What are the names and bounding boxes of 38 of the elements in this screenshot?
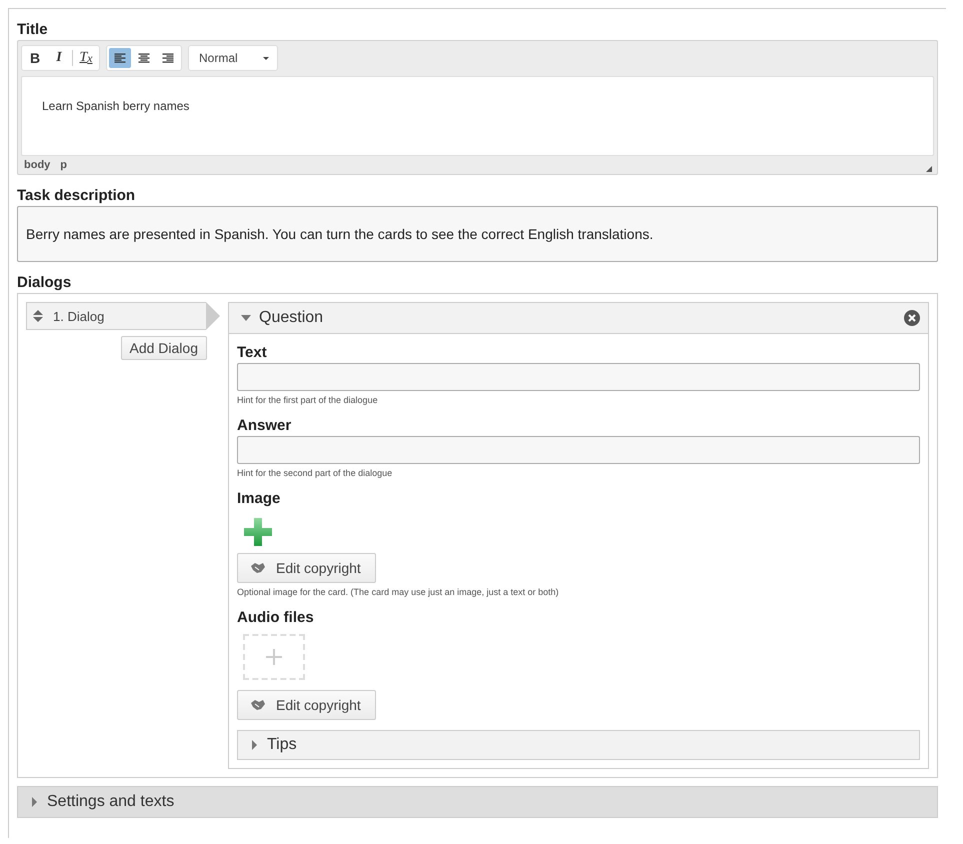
caret-icon bbox=[252, 740, 257, 750]
hint-text: Optional image for the card. (The card may use just an image, just a text or both) bbox=[237, 587, 559, 597]
element-path-item[interactable]: p bbox=[60, 159, 68, 171]
editor-text-area[interactable]: Learn Spanish berry names bbox=[21, 76, 934, 156]
edit-copyright-button[interactable]: Edit copyright bbox=[237, 690, 376, 720]
field-label: Audio files bbox=[237, 609, 314, 626]
plus-icon bbox=[265, 648, 283, 666]
italic-button[interactable]: I bbox=[48, 48, 70, 68]
field-label: Image bbox=[237, 490, 280, 507]
input-field[interactable] bbox=[237, 436, 920, 464]
element-path-item[interactable]: body bbox=[24, 159, 50, 171]
resize-handle-icon[interactable] bbox=[926, 166, 932, 172]
hint-text: Hint for the second part of the dialogue bbox=[237, 468, 392, 478]
hint-text: Hint for the first part of the dialogue bbox=[237, 395, 378, 405]
field-label: Dialogs bbox=[17, 274, 72, 291]
editor-text: Learn Spanish berry names bbox=[42, 99, 190, 113]
edit-copyright-button[interactable]: Edit copyright bbox=[237, 553, 376, 583]
reorder-icon[interactable] bbox=[33, 310, 43, 322]
field-label: Text bbox=[237, 344, 267, 361]
add-dialog-button[interactable]: Add Dialog bbox=[120, 336, 207, 360]
align-left-button[interactable] bbox=[109, 48, 131, 68]
settings-header[interactable]: Settings and texts bbox=[17, 786, 938, 818]
bold-button[interactable]: B bbox=[24, 48, 46, 68]
format-dropdown[interactable]: Normal bbox=[188, 45, 278, 71]
field-label: Answer bbox=[237, 417, 292, 434]
input-field[interactable] bbox=[237, 363, 920, 391]
align-left-icon bbox=[114, 52, 126, 64]
caret-icon bbox=[32, 797, 37, 807]
align-right-icon bbox=[162, 52, 174, 64]
align-center-icon bbox=[138, 52, 150, 64]
field-label: Title bbox=[17, 21, 49, 38]
close-icon[interactable] bbox=[904, 310, 920, 326]
tips-header[interactable]: Tips bbox=[237, 730, 920, 760]
question-header[interactable]: Question bbox=[229, 303, 928, 334]
description-field[interactable]: Berry names are presented in Spanish. You can turn the cards to see the correct English translations. bbox=[17, 206, 938, 262]
caret-icon bbox=[241, 315, 251, 321]
add-image-icon[interactable] bbox=[241, 515, 275, 549]
field-label: Task description bbox=[17, 187, 136, 204]
